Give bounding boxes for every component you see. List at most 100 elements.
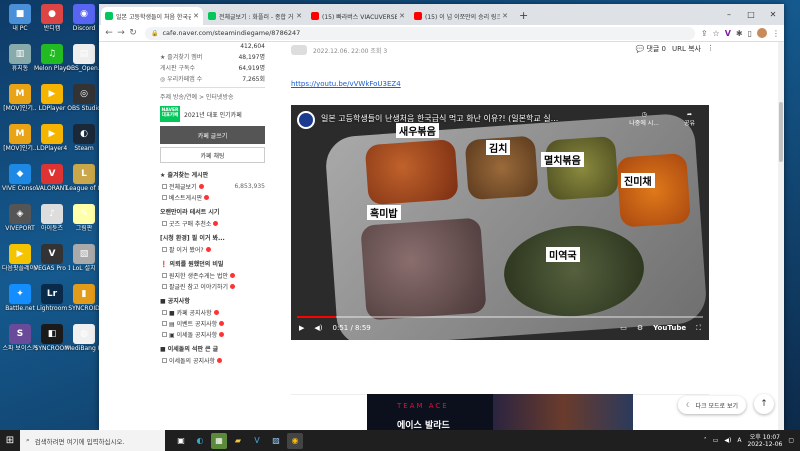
volume-tray-icon[interactable]: ◀) (724, 437, 731, 444)
youtube-link[interactable]: https://youtu.be/vVWkFoU3EZ4 (291, 80, 401, 88)
scroll-top-button[interactable]: ↑ (754, 394, 774, 414)
new-tab-button[interactable]: + (513, 9, 534, 25)
chrome-icon[interactable]: ◉ (287, 432, 303, 449)
fullscreen-icon[interactable]: ⛶ (696, 324, 701, 333)
close-button[interactable]: ✕ (762, 10, 784, 19)
desktop-icon[interactable]: ◈ VIVEPORT (2, 204, 38, 232)
desktop-icon[interactable]: VVEGAS Pro 17.0 (34, 244, 70, 272)
browser-tab[interactable]: (15) 빠라버스 VIACUVERSE - You..✕ (307, 7, 409, 25)
menu-section-title[interactable]: [시청 환경] 필 이거 봐... (160, 229, 265, 244)
sidebar-icon[interactable]: ▯ (748, 29, 752, 38)
cafe-chat-button[interactable]: 카페 채팅 (160, 147, 265, 163)
menu-item[interactable]: 팔글린 참고 이야기하기 (160, 281, 265, 292)
browser-tab[interactable]: (15) 이 넘 이쪼만의 승리 링크드..✕ (410, 7, 512, 25)
menu-item[interactable]: ▣ 이세돌 공지사항 (160, 329, 265, 340)
vegas-icon[interactable]: V (249, 433, 265, 449)
author-avatar[interactable] (291, 45, 307, 55)
close-tab-icon[interactable]: ✕ (193, 12, 199, 20)
channel-avatar[interactable] (297, 111, 315, 129)
browser-tab[interactable]: 전체글보기 : 화플러 - 종합 거시..✕ (204, 7, 306, 25)
menu-item[interactable]: 팔 이거 봤어? (160, 244, 265, 255)
more-icon[interactable]: ⋮ (707, 44, 714, 54)
chevron-up-icon[interactable]: ˄ (704, 437, 707, 444)
windows-start-icon[interactable]: ⊞ (0, 435, 20, 446)
clock[interactable]: 오후 10:07 2022-12-06 (747, 434, 782, 448)
close-tab-icon[interactable]: ✕ (502, 12, 508, 20)
ad-banner[interactable]: TEAM ACE 에이스 발라드 (367, 394, 633, 430)
volume-icon[interactable]: ◀) (314, 324, 322, 332)
share-button[interactable]: ➦ 공유 (684, 111, 695, 127)
desktop-icon[interactable]: ▶ 다음팟플레이어 (2, 244, 38, 272)
watch-later-button[interactable]: ◷ 나중에 시... (629, 111, 659, 127)
reload-icon[interactable]: ↻ (127, 28, 139, 38)
menu-item[interactable]: 이세돌의 공지사항 (160, 355, 265, 366)
menu-section-title[interactable]: ❗ 의뢰를 원했던의 비밀 (160, 255, 265, 270)
desktop-icon[interactable]: ◉ Discord (66, 4, 102, 32)
video-progress-bar[interactable] (297, 316, 703, 318)
extension-puzzle-icon[interactable]: ✱ (736, 29, 743, 38)
desktop-icon[interactable]: ✦ Battle.net (2, 284, 38, 312)
menu-item[interactable]: ▤ 이벤트 공지사항 (160, 318, 265, 329)
url-input[interactable]: 🔒 cafe.naver.com/steamindiegame/8786247 (145, 26, 695, 40)
desktop-icon[interactable]: ♪ 아이튠즈 (34, 204, 70, 232)
menu-section-title[interactable]: ■ 공지사항 (160, 292, 265, 307)
desktop-icon[interactable]: ◐ Steam (66, 124, 102, 152)
scrollbar-thumb[interactable] (779, 102, 783, 162)
settings-icon[interactable]: ⚙ (637, 324, 643, 332)
desktop-icon[interactable]: ♫ Melon Player (34, 44, 70, 72)
desktop-icon[interactable]: ◧ SYNCROOM (34, 324, 70, 352)
back-icon[interactable]: ← (103, 28, 115, 38)
desktop-icon[interactable]: Lr Lightroom (34, 284, 70, 312)
desktop-icon[interactable]: ▤ OBS_Open.. (66, 44, 102, 72)
extension-v-icon[interactable]: V (725, 29, 731, 38)
desktop-icon[interactable]: ▶ LDPlayer (34, 84, 70, 112)
desktop-icon[interactable]: LLeague of Legends (66, 164, 102, 192)
close-tab-icon[interactable]: ✕ (296, 12, 302, 20)
desktop-icon[interactable]: ✎ 그림판 (66, 204, 102, 232)
avatar[interactable] (757, 28, 767, 38)
menu-item[interactable]: 원지한 생존수게는 법안 (160, 270, 265, 281)
desktop-icon[interactable]: ◎ OBS Studio (66, 84, 102, 112)
scrollbar[interactable] (778, 42, 784, 430)
desktop-icon[interactable]: ■ 내 PC (2, 4, 38, 32)
menu-item[interactable]: 굿즈 구매 추천소 (160, 218, 265, 229)
desktop-icon[interactable]: M [MOV]인기.. (2, 124, 38, 152)
menu-icon[interactable]: ⋮ (772, 29, 780, 38)
menu-item[interactable]: ■ 카페 공지사항 (160, 307, 265, 318)
taskbar-search-input[interactable]: ⌕ 검색하려면 여기에 입력하십시오. (20, 430, 165, 451)
play-icon[interactable]: ▶ (299, 324, 304, 332)
desktop-icon[interactable]: ◆ VIVE Console (2, 164, 38, 192)
notification-icon[interactable]: ▢ (788, 437, 794, 444)
desktop-icon[interactable]: V VALORANT (34, 164, 70, 192)
menu-section-title[interactable]: ★ 즐겨찾는 게시판 (160, 166, 265, 181)
edge-icon[interactable]: ◐ (192, 433, 208, 449)
folder-icon[interactable]: ▰ (230, 433, 246, 449)
desktop-icon[interactable]: ▮ SYNCROID (66, 284, 102, 312)
url-copy-button[interactable]: URL 복사 (672, 44, 701, 54)
minimize-button[interactable]: – (718, 10, 740, 19)
dark-mode-button[interactable]: ☾ 다크 모드로 보기 (678, 396, 746, 414)
desktop-icon[interactable]: ▶ LDPlayer4 (34, 124, 70, 152)
forward-icon[interactable]: → (115, 28, 127, 38)
star-icon[interactable]: ☆ (713, 29, 720, 38)
menu-section-title[interactable]: 오랜만이라 테서트 시기 (160, 203, 265, 218)
photo-icon[interactable]: ▨ (268, 433, 284, 449)
menu-item[interactable]: 베스트게시판 (160, 192, 265, 203)
desktop-icon[interactable]: ▥ 휴지통 (2, 44, 38, 72)
menu-section-title[interactable]: ■ 이세돌의 석판 큰 글 (160, 340, 265, 355)
desktop-icon[interactable]: S 스파 보이스카 (2, 324, 38, 352)
video-player[interactable]: 새우볶음 김치 멸치볶음 진미채 흑미밥 미역국 일본 고등학생들이 난생처음 … (291, 105, 709, 340)
network-icon[interactable]: ▭ (713, 437, 719, 444)
captions-icon[interactable]: ▭ (620, 324, 627, 332)
minecraft-icon[interactable]: ▦ (211, 432, 227, 449)
close-tab-icon[interactable]: ✕ (399, 12, 405, 20)
task-view-icon[interactable]: ▣ (173, 433, 189, 449)
desktop-icon[interactable]: M [MOV]인기.. (2, 84, 38, 112)
comments-button[interactable]: 💬 댓글 0 (635, 44, 666, 54)
desktop-icon[interactable]: ● 반디캠 (34, 4, 70, 32)
desktop-icon[interactable]: ▧ LoL 설치 (66, 244, 102, 272)
share-icon[interactable]: ⇪ (701, 29, 708, 38)
video-title[interactable]: 일본 고등학생들이 난생처음 한국급식 먹고 화난 이유?! (일본학교 실..… (321, 113, 649, 124)
youtube-logo[interactable]: YouTube (653, 324, 686, 332)
write-post-button[interactable]: 카페 글쓰기 (160, 126, 265, 144)
